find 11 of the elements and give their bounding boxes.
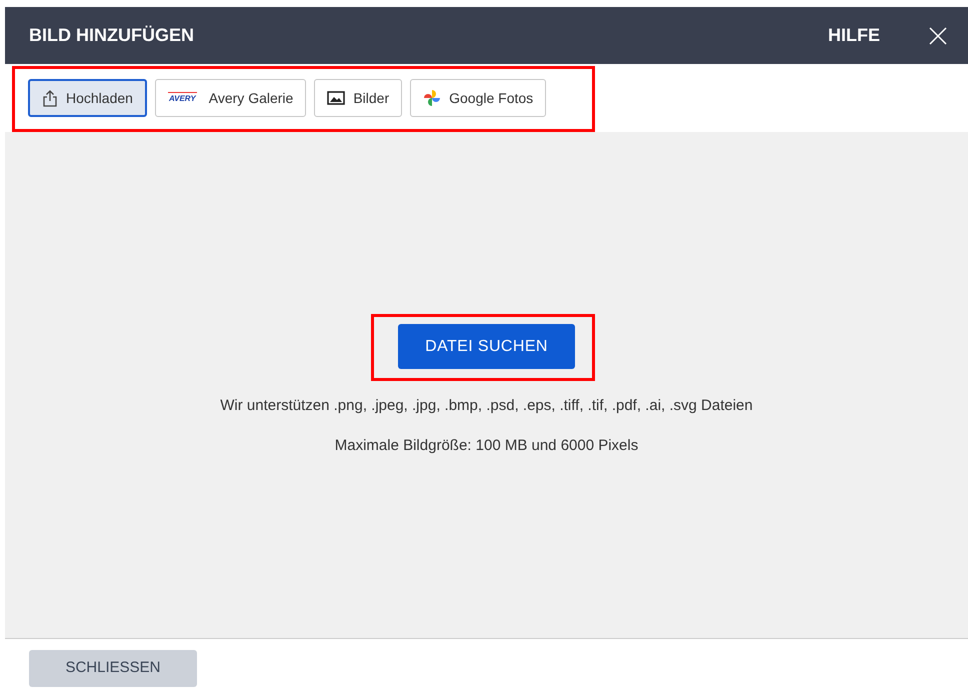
find-file-button[interactable]: DATEI SUCHEN — [398, 324, 575, 369]
source-tab[interactable]: Hochladen — [28, 79, 147, 117]
logo-text: AVERY — [168, 92, 197, 104]
source-tab[interactable]: Bilder — [314, 79, 402, 117]
source-tab[interactable]: Google Fotos — [410, 79, 546, 117]
source-tab[interactable]: AVERY Avery Galerie — [154, 79, 306, 117]
max-size-text: Maximale Bildgröße: 100 MB und 6000 Pixels — [334, 436, 638, 456]
supported-formats-text: Wir unterstützen .png, .jpeg, .jpg, .bmp, .psd, .eps, .tiff, .tif, .pdf, .ai, .svg Dateien — [220, 396, 753, 416]
help-link[interactable]: HILFE — [828, 22, 880, 49]
dialog-title: BILD HINZUFÜGEN — [29, 24, 194, 47]
close-button[interactable]: SCHLIESSEN — [29, 650, 197, 686]
